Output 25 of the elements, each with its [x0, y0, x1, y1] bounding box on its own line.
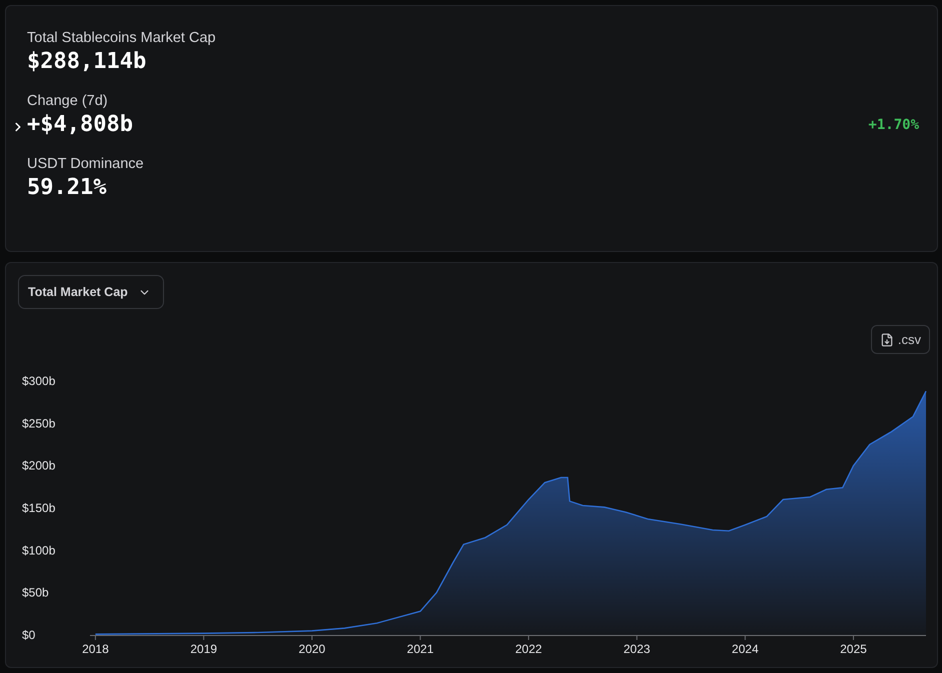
stat-label: USDT Dominance — [27, 156, 145, 172]
y-axis-label: $0 — [22, 628, 36, 642]
stat-value: +$4,808b — [27, 112, 133, 137]
change-percent: +1.70% — [868, 116, 919, 132]
x-axis-label: 2024 — [732, 642, 758, 656]
metric-dropdown[interactable]: Total Market Cap — [18, 275, 164, 309]
y-axis-label: $200b — [22, 458, 56, 473]
stat-value: 59.21% — [27, 175, 106, 200]
x-axis-label: 2020 — [298, 642, 326, 656]
x-axis-label: 2018 — [82, 642, 109, 656]
y-axis-label: $150b — [22, 501, 56, 515]
file-download-icon — [880, 332, 894, 346]
x-axis-label: 2021 — [406, 642, 434, 656]
x-axis-label: 2022 — [515, 642, 542, 656]
y-axis-label: $300b — [22, 374, 56, 388]
y-axis-label: $50b — [22, 586, 49, 600]
x-axis-label: 2023 — [624, 642, 650, 656]
x-axis-label: 2025 — [840, 642, 867, 656]
y-axis-label: $100b — [22, 543, 56, 558]
x-axis-label: 2019 — [190, 642, 218, 656]
csv-download-button[interactable]: .csv — [870, 325, 930, 354]
stat-label: Total Stablecoins Market Cap — [27, 30, 217, 46]
stat-value: $288,114b — [27, 49, 146, 74]
stat-label: Change (7d) — [27, 93, 109, 109]
y-axis-label: $250b — [22, 416, 56, 430]
